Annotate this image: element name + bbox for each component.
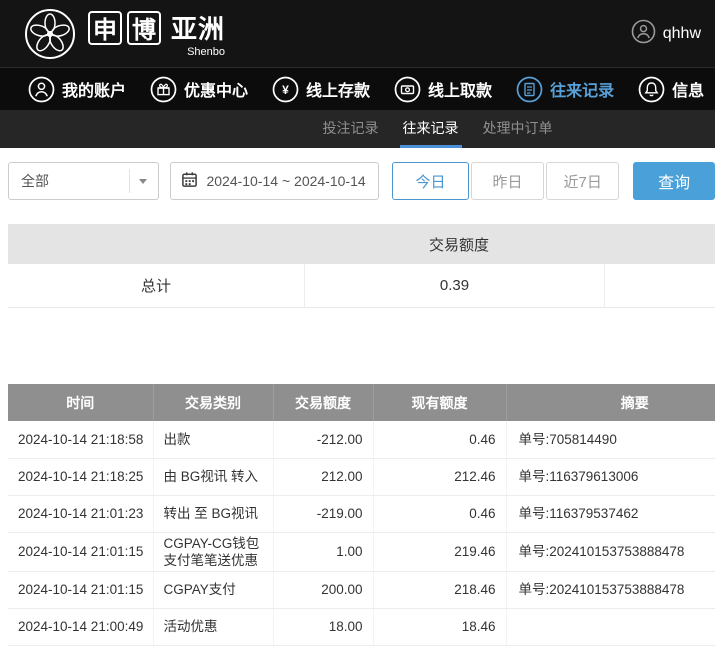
summary-total-label: 总计 xyxy=(8,264,305,307)
type-filter-dropdown[interactable]: 全部 xyxy=(8,162,159,200)
cell-type: 转出 至 BG视讯 xyxy=(153,495,273,532)
withdraw-icon xyxy=(394,76,421,103)
top-header: 申 博 亚洲 Shenbo qhhw xyxy=(0,0,715,67)
cell-amount: 200.00 xyxy=(273,571,373,608)
cell-note: 单号:705814490 xyxy=(506,421,715,458)
yesterday-button[interactable]: 昨日 xyxy=(471,162,544,200)
cell-note: 单号:202410153753888478 xyxy=(506,571,715,608)
summary-total-value: 0.39 xyxy=(305,264,605,307)
cell-amount: 212.00 xyxy=(273,458,373,495)
cell-type: CGPAY-CG钱包支付笔笔送优惠 xyxy=(153,532,273,571)
last7days-button[interactable]: 近7日 xyxy=(546,162,619,200)
filter-bar: 全部 2024-10-14 ~ 2024-10-14 今日 昨日 近7日 查询 xyxy=(8,162,715,200)
today-button[interactable]: 今日 xyxy=(392,162,469,200)
records-icon xyxy=(516,76,543,103)
col-header-note: 摘要 xyxy=(506,384,715,421)
type-filter-value: 全部 xyxy=(21,171,49,191)
sub-nav: 投注记录 往来记录 处理中订单 xyxy=(0,110,715,148)
nav-label: 线上存款 xyxy=(306,77,370,101)
tab-bet-records[interactable]: 投注记录 xyxy=(320,110,382,148)
nav-label: 信息 xyxy=(672,77,704,101)
cell-amount: 18.00 xyxy=(273,608,373,645)
table-row: 2024-10-14 21:18:58 出款 -212.00 0.46 单号:7… xyxy=(8,421,715,458)
calendar-icon xyxy=(181,171,198,191)
main-nav: 我的账户 优惠中心 ¥ 线上存款 线 xyxy=(0,67,715,110)
svg-text:¥: ¥ xyxy=(282,83,289,97)
gift-icon xyxy=(150,76,177,103)
brand-logo[interactable]: 申 博 亚洲 Shenbo xyxy=(24,8,225,60)
cell-type: 出款 xyxy=(153,421,273,458)
cell-amount: -219.00 xyxy=(273,495,373,532)
dropdown-divider xyxy=(129,169,130,193)
nav-item-withdraw[interactable]: 线上取款 xyxy=(394,76,492,103)
cell-note: 单号:116379537462 xyxy=(506,495,715,532)
chevron-down-icon xyxy=(139,179,147,184)
cell-type: 由 BG视讯 转入 xyxy=(153,458,273,495)
summary-empty-cell xyxy=(605,264,715,307)
transactions-table: 时间 交易类别 交易额度 现有额度 摘要 2024-10-14 21:18:58… xyxy=(8,384,715,646)
nav-label: 优惠中心 xyxy=(184,77,248,101)
cell-balance: 218.46 xyxy=(373,571,506,608)
date-range-input[interactable]: 2024-10-14 ~ 2024-10-14 xyxy=(170,162,379,200)
cell-balance: 18.46 xyxy=(373,608,506,645)
table-row: 2024-10-14 21:01:23 转出 至 BG视讯 -219.00 0.… xyxy=(8,495,715,532)
cell-amount: 1.00 xyxy=(273,532,373,571)
deposit-icon: ¥ xyxy=(272,76,299,103)
table-row: 2024-10-14 21:01:15 CGPAY-CG钱包支付笔笔送优惠 1.… xyxy=(8,532,715,571)
cell-type: CGPAY支付 xyxy=(153,571,273,608)
cell-time: 2024-10-14 21:18:58 xyxy=(8,421,153,458)
summary-title: 交易额度 xyxy=(8,224,715,264)
tab-transaction-records[interactable]: 往来记录 xyxy=(400,110,462,148)
cell-time: 2024-10-14 21:18:25 xyxy=(8,458,153,495)
cell-note xyxy=(506,608,715,645)
logo-latin: Shenbo xyxy=(88,47,225,58)
table-row: 2024-10-14 21:00:49 活动优惠 18.00 18.46 xyxy=(8,608,715,645)
tab-processing-orders[interactable]: 处理中订单 xyxy=(480,110,556,148)
cell-note: 单号:202410153753888478 xyxy=(506,532,715,571)
date-range-value: 2024-10-14 ~ 2024-10-14 xyxy=(206,173,365,189)
cell-balance: 0.46 xyxy=(373,495,506,532)
cell-type: 活动优惠 xyxy=(153,608,273,645)
cell-amount: -212.00 xyxy=(273,421,373,458)
cell-time: 2024-10-14 21:01:15 xyxy=(8,571,153,608)
nav-label: 我的账户 xyxy=(62,77,126,101)
cell-time: 2024-10-14 21:00:49 xyxy=(8,608,153,645)
cell-note: 单号:116379613006 xyxy=(506,458,715,495)
nav-item-messages[interactable]: 信息 xyxy=(638,76,704,103)
col-header-amount: 交易额度 xyxy=(273,384,373,421)
nav-item-records[interactable]: 往来记录 xyxy=(516,76,614,103)
logo-text: 申 博 亚洲 Shenbo xyxy=(88,9,225,58)
col-header-type: 交易类别 xyxy=(153,384,273,421)
user-menu[interactable]: qhhw xyxy=(631,19,701,49)
account-icon xyxy=(28,76,55,103)
col-header-time: 时间 xyxy=(8,384,153,421)
user-avatar-icon xyxy=(631,19,656,49)
nav-label: 线上取款 xyxy=(428,77,492,101)
logo-region: 亚洲 xyxy=(171,9,225,46)
cell-balance: 212.46 xyxy=(373,458,506,495)
nav-label: 往来记录 xyxy=(550,77,614,101)
cell-balance: 0.46 xyxy=(373,421,506,458)
bell-icon xyxy=(638,76,665,103)
logo-char-shen: 申 xyxy=(88,11,122,45)
col-header-balance: 现有额度 xyxy=(373,384,506,421)
table-header-row: 时间 交易类别 交易额度 现有额度 摘要 xyxy=(8,384,715,421)
logo-char-bo: 博 xyxy=(127,11,161,45)
cell-balance: 219.46 xyxy=(373,532,506,571)
search-button[interactable]: 查询 xyxy=(633,162,715,200)
summary-table: 交易额度 总计 0.39 xyxy=(8,224,715,308)
summary-total-row: 总计 0.39 xyxy=(8,264,715,308)
username: qhhw xyxy=(663,25,701,43)
table-row: 2024-10-14 21:18:25 由 BG视讯 转入 212.00 212… xyxy=(8,458,715,495)
nav-item-promotions[interactable]: 优惠中心 xyxy=(150,76,248,103)
table-row: 2024-10-14 21:01:15 CGPAY支付 200.00 218.4… xyxy=(8,571,715,608)
nav-item-my-account[interactable]: 我的账户 xyxy=(28,76,126,103)
cell-time: 2024-10-14 21:01:15 xyxy=(8,532,153,571)
nav-item-deposit[interactable]: ¥ 线上存款 xyxy=(272,76,370,103)
lotus-logo-icon xyxy=(24,8,76,60)
cell-time: 2024-10-14 21:01:23 xyxy=(8,495,153,532)
